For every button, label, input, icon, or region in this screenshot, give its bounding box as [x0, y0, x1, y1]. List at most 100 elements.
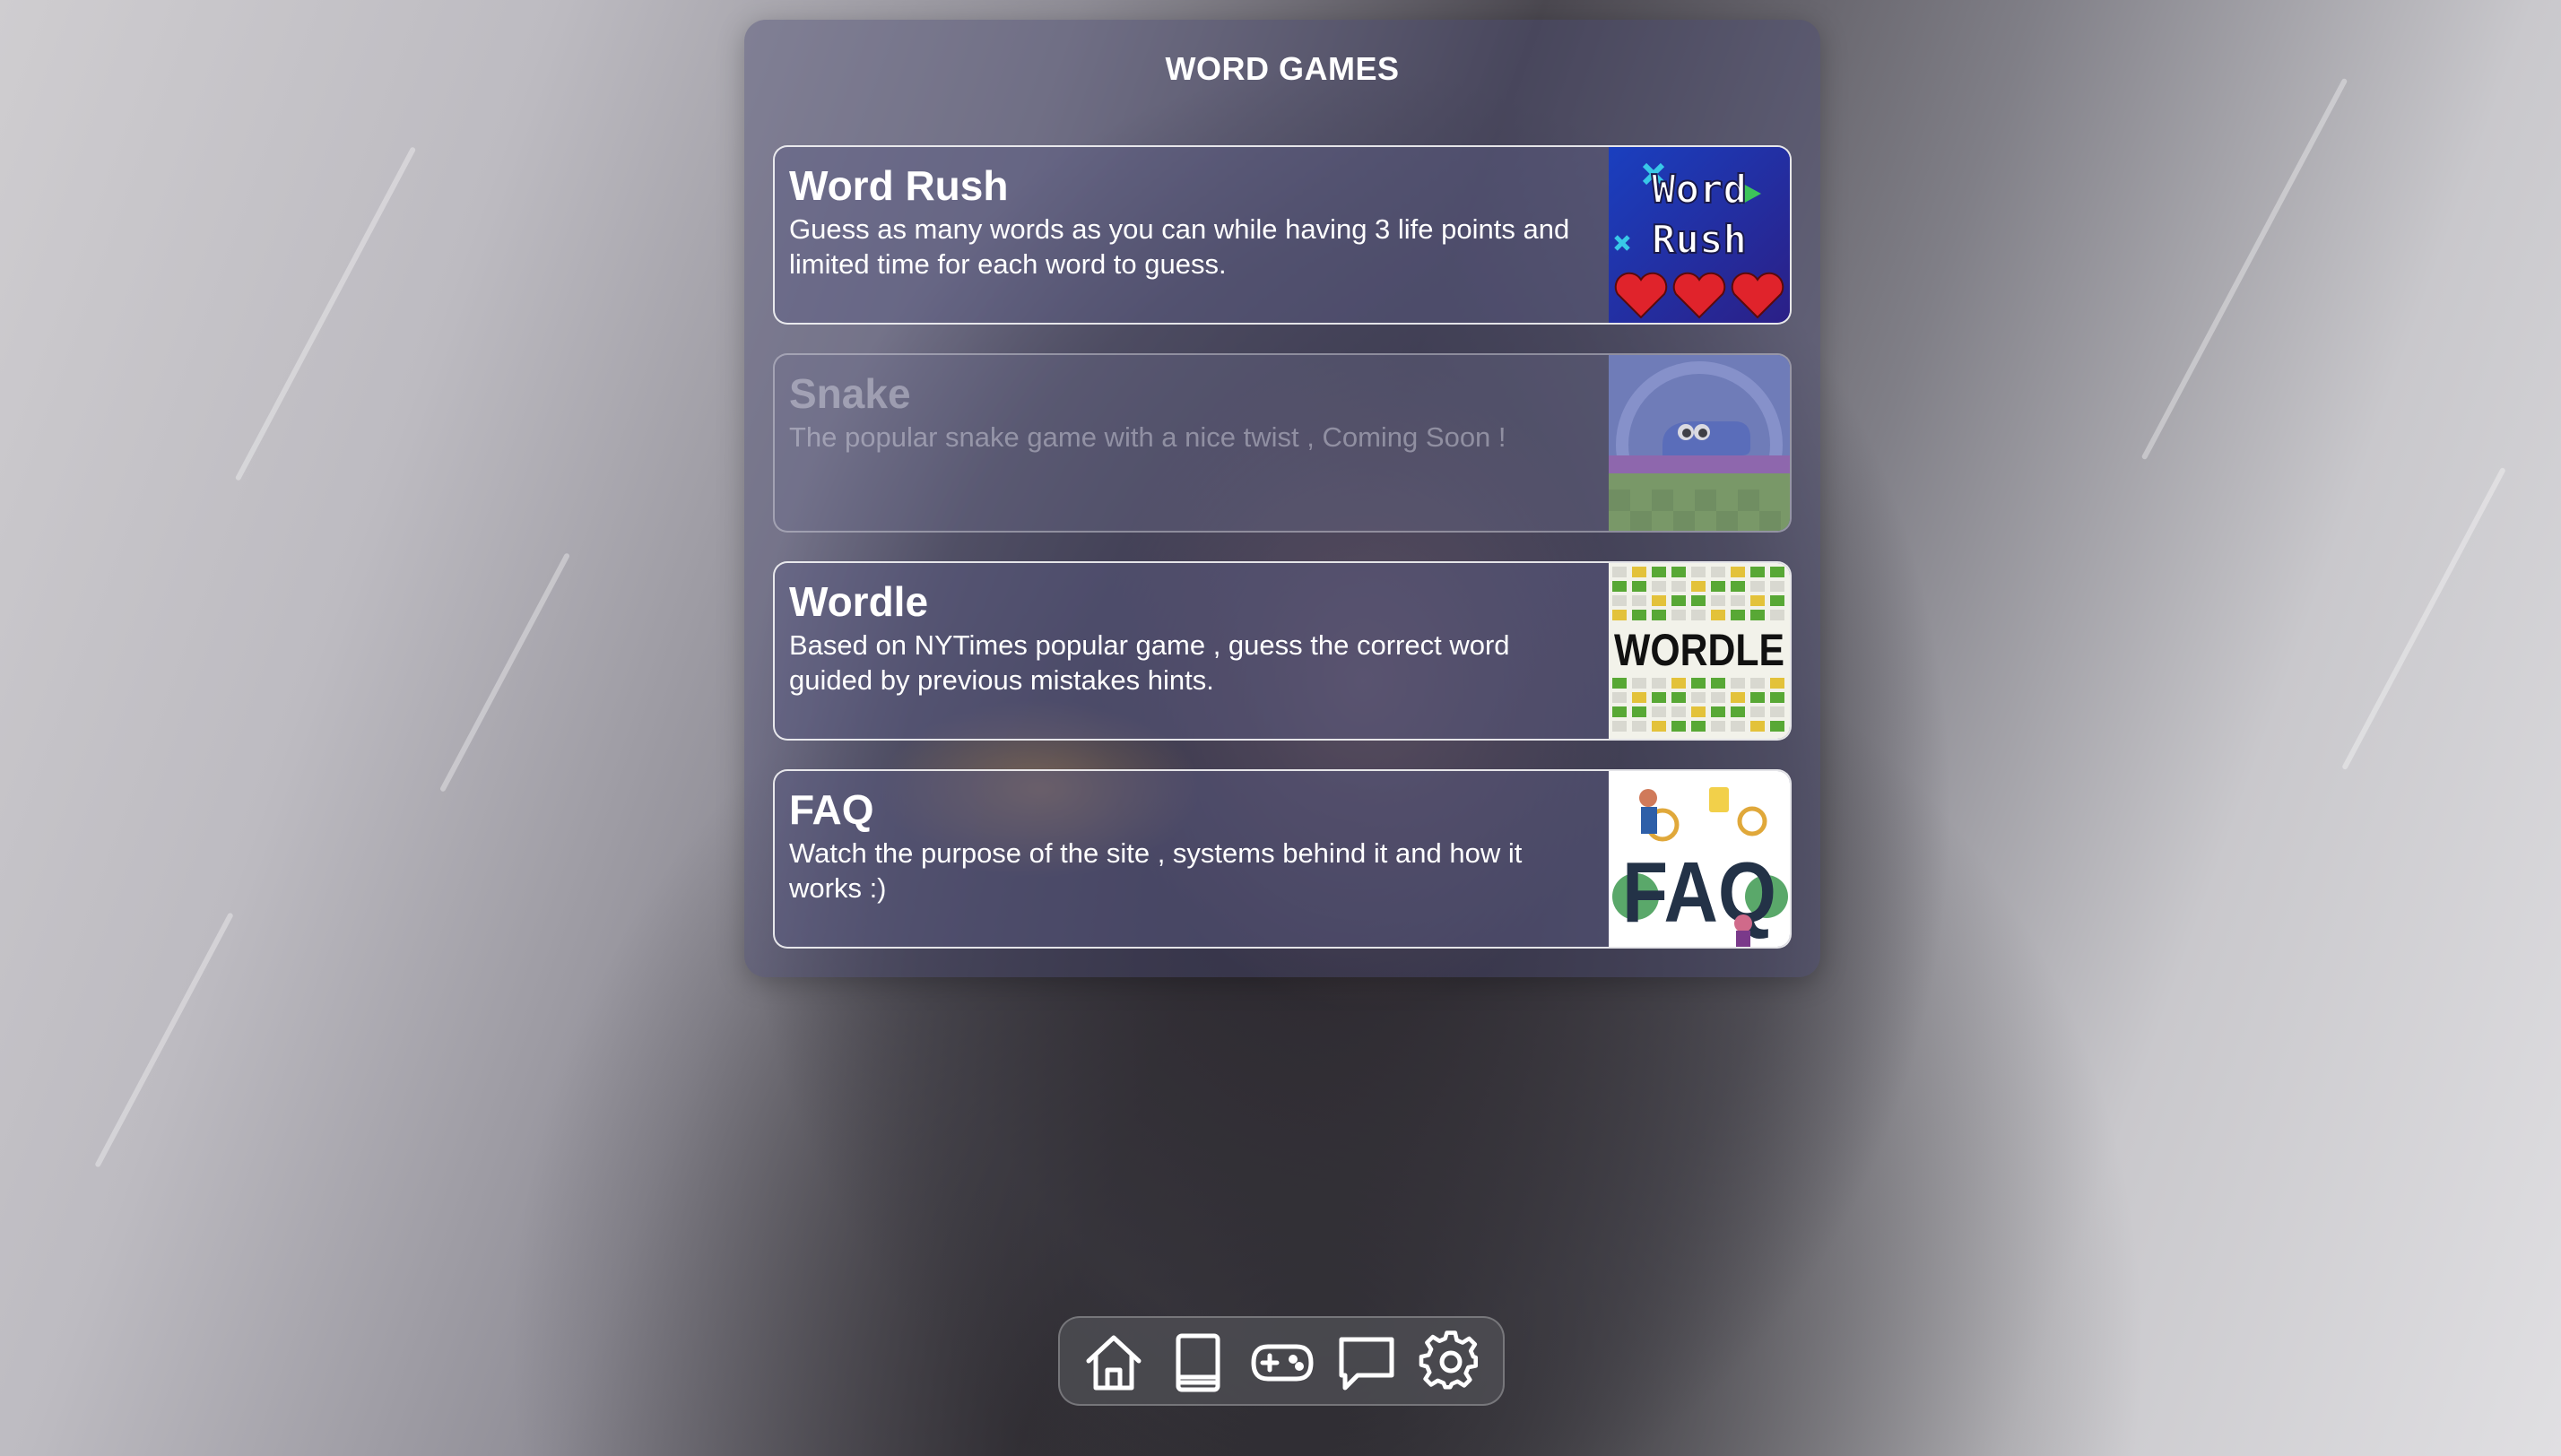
wordle-tile — [1632, 610, 1646, 620]
rain-streak — [234, 146, 417, 481]
wordle-tile — [1632, 706, 1646, 717]
book-icon[interactable] — [1166, 1330, 1230, 1395]
wordle-tile — [1731, 692, 1745, 703]
wordle-tile — [1671, 581, 1686, 592]
wordle-tile — [1652, 678, 1666, 689]
wordle-tile — [1770, 610, 1784, 620]
wordle-tile — [1671, 567, 1686, 577]
gamepad-icon[interactable] — [1250, 1330, 1315, 1395]
wordle-tile — [1691, 610, 1706, 620]
wordle-tile — [1632, 581, 1646, 592]
game-description: The popular snake game with a nice twist… — [789, 421, 1506, 453]
wordle-tile — [1750, 692, 1765, 703]
wordle-tile — [1691, 595, 1706, 606]
wordle-tile — [1731, 706, 1745, 717]
game-card-faq[interactable]: FAQ Watch the purpose of the site , syst… — [773, 769, 1792, 949]
wordle-tile — [1612, 706, 1627, 717]
wordle-tile — [1612, 567, 1627, 577]
chat-icon[interactable] — [1334, 1330, 1399, 1395]
wordle-tile — [1750, 581, 1765, 592]
wordle-tile — [1711, 721, 1725, 732]
wordle-tile — [1750, 567, 1765, 577]
wordle-tile — [1711, 610, 1725, 620]
wordle-tile — [1770, 567, 1784, 577]
wordle-tile — [1770, 721, 1784, 732]
faq-thumbnail: FAQ — [1609, 771, 1790, 947]
wordle-tile — [1711, 567, 1725, 577]
game-title: Word Rush — [789, 162, 1009, 209]
word-rush-logo-line2: Rush — [1652, 217, 1747, 263]
game-card-snake[interactable]: Snake The popular snake game with a nice… — [773, 353, 1792, 533]
wordle-tile — [1691, 706, 1706, 717]
wordle-tile — [1711, 706, 1725, 717]
game-description: Based on NYTimes popular game , guess th… — [789, 629, 1510, 696]
home-icon[interactable] — [1081, 1330, 1146, 1395]
rain-streak — [438, 552, 571, 793]
wordle-tile — [1652, 692, 1666, 703]
game-description: Guess as many words as you can while hav… — [789, 213, 1570, 280]
wordle-tile — [1731, 595, 1745, 606]
wordle-tile — [1612, 581, 1627, 592]
wordle-tile — [1770, 706, 1784, 717]
game-title: Snake — [789, 370, 911, 417]
wordle-tile — [1711, 678, 1725, 689]
wordle-tile — [1652, 595, 1666, 606]
wordle-tile — [1612, 721, 1627, 732]
wordle-tile — [1671, 610, 1686, 620]
wordle-tile — [1612, 595, 1627, 606]
snake-thumbnail — [1609, 355, 1790, 531]
bottom-dock — [1058, 1316, 1505, 1406]
wordle-tile — [1770, 595, 1784, 606]
settings-gear-icon[interactable] — [1419, 1330, 1483, 1395]
word-rush-logo-line1: Word — [1652, 167, 1747, 212]
wordle-tile — [1750, 706, 1765, 717]
wordle-tile — [1652, 706, 1666, 717]
wordle-tile — [1731, 581, 1745, 592]
faq-logo-text: FAQ — [1622, 845, 1776, 940]
wordle-tile — [1632, 721, 1646, 732]
rain-streak — [2140, 77, 2348, 461]
wordle-tile — [1711, 595, 1725, 606]
wordle-tile — [1632, 692, 1646, 703]
game-title: Wordle — [789, 578, 929, 625]
wordle-tile — [1711, 692, 1725, 703]
wordle-thumbnail: WORDLE — [1609, 563, 1790, 739]
game-card-wordle[interactable]: Wordle Based on NYTimes popular game , g… — [773, 561, 1792, 741]
wordle-tile — [1612, 678, 1627, 689]
heart-icon — [1614, 272, 1784, 319]
wordle-tile — [1731, 567, 1745, 577]
wordle-tile — [1731, 721, 1745, 732]
game-description: Watch the purpose of the site , systems … — [789, 837, 1523, 904]
wordle-tile — [1612, 692, 1627, 703]
rain-streak — [2341, 466, 2506, 771]
game-title: FAQ — [789, 786, 874, 833]
word-rush-thumbnail: Word Rush — [1609, 147, 1790, 323]
wordle-tile — [1691, 678, 1706, 689]
game-card-word-rush[interactable]: Word Rush Guess as many words as you can… — [773, 145, 1792, 325]
wordle-tile — [1671, 595, 1686, 606]
wordle-tile — [1671, 706, 1686, 717]
wordle-tile — [1750, 610, 1765, 620]
wordle-tile — [1750, 678, 1765, 689]
wordle-tile — [1770, 581, 1784, 592]
wordle-tile — [1750, 721, 1765, 732]
wordle-tile — [1691, 567, 1706, 577]
wordle-tile — [1671, 721, 1686, 732]
wordle-tile — [1711, 581, 1725, 592]
wordle-tile — [1671, 692, 1686, 703]
wordle-tile — [1632, 595, 1646, 606]
wordle-tile — [1652, 721, 1666, 732]
wordle-tile — [1632, 678, 1646, 689]
wordle-tile — [1770, 678, 1784, 689]
wordle-tile — [1671, 678, 1686, 689]
wordle-tile — [1652, 610, 1666, 620]
wordle-tile — [1612, 610, 1627, 620]
wordle-tile — [1691, 692, 1706, 703]
wordle-tile — [1731, 678, 1745, 689]
wordle-tile — [1770, 692, 1784, 703]
wordle-tile — [1652, 567, 1666, 577]
wordle-tile — [1691, 721, 1706, 732]
wordle-tile — [1691, 581, 1706, 592]
panel-title: WORD GAMES — [1165, 50, 1400, 87]
wordle-tile — [1652, 581, 1666, 592]
